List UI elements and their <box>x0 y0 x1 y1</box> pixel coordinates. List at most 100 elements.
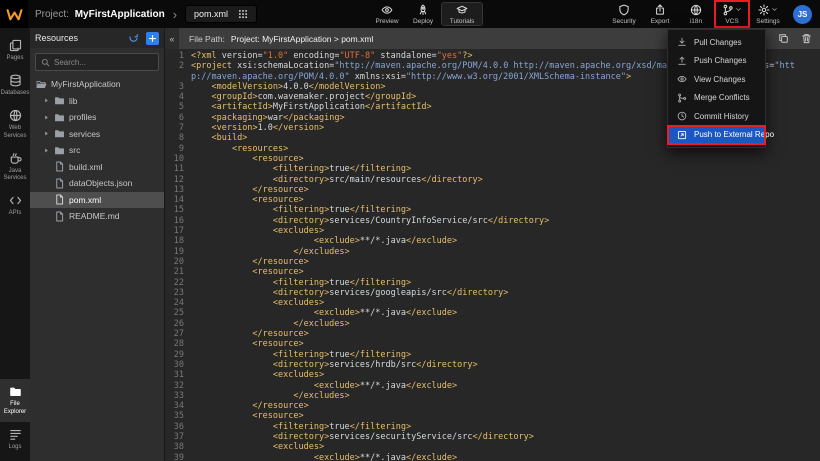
code-line: <filtering>true</filtering> <box>191 205 820 215</box>
menu-item-commit-history[interactable]: Commit History <box>668 107 765 126</box>
rail-item-file-explorer[interactable]: File Explorer <box>0 379 30 421</box>
code-line: <excludes> <box>191 370 820 380</box>
code-line: <directory>services/securityService/src<… <box>191 432 820 442</box>
rail-item-label: Java Services <box>1 168 29 182</box>
gear-icon <box>758 4 770 16</box>
code-row: 15 <filtering>true</filtering> <box>165 205 820 215</box>
rail-item-pages[interactable]: Pages <box>0 33 30 68</box>
tree-item-readme-md[interactable]: README.md <box>30 208 164 225</box>
topbar-action-security[interactable]: Security <box>606 0 642 28</box>
eye-icon <box>381 4 393 16</box>
line-number: 18 <box>165 236 191 246</box>
rail-item-databases[interactable]: Databases <box>0 68 30 103</box>
rail-item-java-services[interactable]: Java Services <box>0 146 30 188</box>
tree-item-label: README.md <box>69 211 120 221</box>
code-row: 36 <filtering>true</filtering> <box>165 422 820 432</box>
tree-item-build-xml[interactable]: build.xml <box>30 159 164 176</box>
rail-item-logs[interactable]: Logs <box>0 422 30 457</box>
rail-bottom-group: File ExplorerLogs <box>0 379 30 457</box>
menu-item-pull-changes[interactable]: Pull Changes <box>668 33 765 52</box>
topbar-action-i18n[interactable]: i18n <box>678 0 714 28</box>
line-number: 26 <box>165 319 191 329</box>
user-avatar[interactable]: JS <box>793 5 812 24</box>
topbar-action-label: Preview <box>376 18 399 25</box>
code-row: 22 <filtering>true</filtering> <box>165 278 820 288</box>
topbar: Project: MyFirstApplication › pom.xml Pr… <box>0 0 820 28</box>
refresh-icon[interactable] <box>128 33 139 44</box>
topbar-action-deploy[interactable]: Deploy <box>405 0 441 28</box>
resources-tree: MyFirstApplicationlibprofilesservicessrc… <box>30 75 164 461</box>
rail-item-web-services[interactable]: Web Services <box>0 103 30 145</box>
menu-item-push-changes[interactable]: Push Changes <box>668 52 765 71</box>
topbar-action-vcs[interactable]: VCS <box>714 0 750 28</box>
wavemaker-logo[interactable] <box>0 0 28 28</box>
line-number: 35 <box>165 411 191 421</box>
line-number: 29 <box>165 350 191 360</box>
code-row: 12 <directory>src/main/resources</direct… <box>165 175 820 185</box>
shield-icon <box>618 4 630 16</box>
code-row: 34 </resource> <box>165 401 820 411</box>
folder-icon <box>54 145 65 156</box>
tree-item-src[interactable]: src <box>30 142 164 159</box>
line-number: 1 <box>165 51 191 61</box>
tree-item-profiles[interactable]: profiles <box>30 109 164 126</box>
code-line: <directory>services/hrdb/src</directory> <box>191 360 820 370</box>
menu-item-label: Push to External Repo <box>694 130 774 139</box>
code-row: 33 </excludes> <box>165 391 820 401</box>
code-line: <resource> <box>191 267 820 277</box>
code-row: 20 </resource> <box>165 257 820 267</box>
rail-item-label: Web Services <box>1 125 29 139</box>
export-icon <box>654 4 666 16</box>
copy-icon[interactable] <box>778 33 789 44</box>
rail-item-label: APIs <box>9 210 22 217</box>
tree-item-lib[interactable]: lib <box>30 93 164 110</box>
line-number: 33 <box>165 391 191 401</box>
line-number: 27 <box>165 329 191 339</box>
code-row: 37 <directory>services/securityService/s… <box>165 432 820 442</box>
tree-item-myfirstapplication[interactable]: MyFirstApplication <box>30 76 164 93</box>
topbar-action-label: Deploy <box>413 18 433 25</box>
project-title: Project: MyFirstApplication <box>35 9 165 20</box>
rail-item-apis[interactable]: APIs <box>0 188 30 223</box>
project-label: Project: <box>35 9 69 20</box>
line-number: 32 <box>165 381 191 391</box>
line-number: 25 <box>165 308 191 318</box>
tree-item-services[interactable]: services <box>30 126 164 143</box>
topbar-action-tutorials[interactable]: Tutorials <box>441 2 483 26</box>
line-number: 9 <box>165 144 191 154</box>
filepath-actions <box>778 33 812 44</box>
menu-item-view-changes[interactable]: View Changes <box>668 70 765 89</box>
topbar-action-settings[interactable]: Settings <box>750 0 786 28</box>
code-row: 32 <exclude>**/*.java</exclude> <box>165 381 820 391</box>
code-row: 14 <resource> <box>165 195 820 205</box>
tree-item-pom-xml[interactable]: pom.xml <box>30 192 164 209</box>
line-number: 17 <box>165 226 191 236</box>
code-line: </resource> <box>191 185 820 195</box>
eye-icon <box>677 74 687 84</box>
line-number: 2 <box>165 61 191 82</box>
trash-icon[interactable] <box>801 33 812 44</box>
menu-item-push-to-external-repo[interactable]: Push to External Repo <box>668 126 765 145</box>
search-input[interactable] <box>54 58 153 67</box>
line-number: 10 <box>165 154 191 164</box>
line-number: 24 <box>165 298 191 308</box>
topbar-action-label: i18n <box>690 18 702 25</box>
topbar-action-label: Security <box>612 18 635 25</box>
globe-icon <box>690 4 702 16</box>
line-number: 38 <box>165 442 191 452</box>
code-line: <exclude>**/*.java</exclude> <box>191 236 820 246</box>
code-row: 29 <filtering>true</filtering> <box>165 350 820 360</box>
code-line: <exclude>**/*.java</exclude> <box>191 381 820 391</box>
menu-item-merge-conflicts[interactable]: Merge Conflicts <box>668 89 765 108</box>
clock-icon <box>677 111 687 121</box>
grid-icon[interactable] <box>238 9 248 19</box>
tree-item-dataobjects-json[interactable]: dataObjects.json <box>30 175 164 192</box>
collapse-panel-button[interactable]: « <box>165 28 179 49</box>
code-row: 35 <resource> <box>165 411 820 421</box>
topbar-action-export[interactable]: Export <box>642 0 678 28</box>
code-row: 24 <excludes> <box>165 298 820 308</box>
file-tab-pom-xml[interactable]: pom.xml <box>185 5 257 23</box>
code-line: </excludes> <box>191 391 820 401</box>
add-resource-button[interactable] <box>146 32 159 45</box>
topbar-action-preview[interactable]: Preview <box>369 0 405 28</box>
